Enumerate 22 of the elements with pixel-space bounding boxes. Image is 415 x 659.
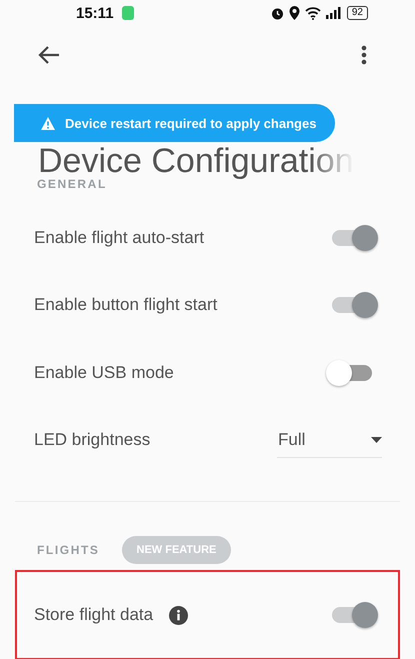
battery-level: 92 xyxy=(346,6,368,20)
setting-label: Enable button flight start xyxy=(34,295,218,316)
alarm-icon xyxy=(270,6,284,20)
signal-icon xyxy=(326,7,342,19)
info-icon[interactable] xyxy=(169,606,188,624)
battery-saver-icon xyxy=(122,6,134,20)
section-header: FLIGHTS xyxy=(37,543,100,557)
setting-label: LED brightness xyxy=(34,430,150,450)
restart-banner: Device restart required to apply changes xyxy=(14,104,335,142)
page-title: Device Configuration xyxy=(38,142,354,180)
back-arrow-icon[interactable] xyxy=(38,46,60,64)
section-header: GENERAL xyxy=(37,177,107,191)
caret-icon xyxy=(371,436,382,443)
setting-label: Enable USB mode xyxy=(34,362,174,383)
setting-label: Store flight data xyxy=(34,605,154,625)
more-options-icon[interactable] xyxy=(361,45,367,65)
status-time: 15:11 xyxy=(76,4,114,22)
setting-label: Enable flight auto-start xyxy=(34,228,204,248)
warning-icon xyxy=(41,116,55,130)
brightness-dropdown[interactable]: Full xyxy=(277,422,382,458)
wifi-icon xyxy=(304,6,321,20)
location-icon xyxy=(288,6,300,20)
